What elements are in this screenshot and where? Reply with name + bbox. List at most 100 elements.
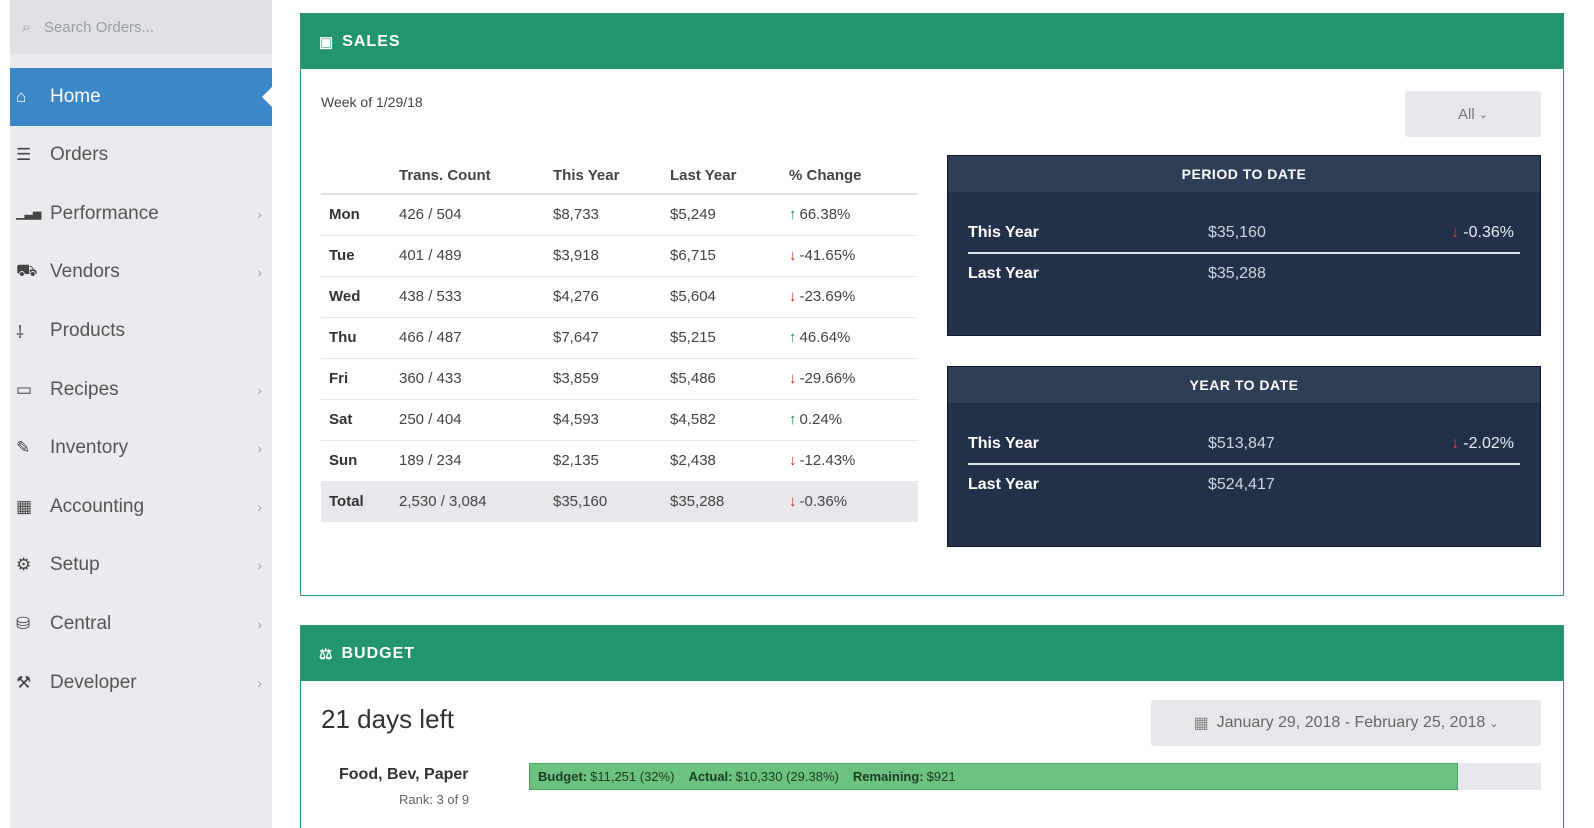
table-row: Wed 438 / 533 $4,276 $5,604 ↓ -23.69%: [321, 276, 918, 318]
edit-icon: ✎: [16, 438, 31, 458]
table-row: Fri 360 / 433 $3,859 $5,486 ↓ -29.66%: [321, 358, 918, 400]
last-year-cell: $5,249: [662, 194, 781, 236]
arrow-up-icon: ↑: [789, 206, 797, 224]
change-text: -0.36%: [1463, 224, 1514, 241]
sidebar-item-label: Inventory: [50, 437, 129, 459]
chevron-right-icon: ›: [257, 616, 262, 633]
budget-segment: Budget: $11,251 (32%): [538, 769, 674, 784]
sidebar-item-recipes[interactable]: ▭ Recipes ›: [10, 360, 272, 419]
chevron-right-icon: ›: [257, 381, 262, 398]
this-year-cell: $3,859: [545, 358, 662, 400]
sidebar-item-accounting[interactable]: ▦ Accounting ›: [10, 478, 272, 537]
sidebar-item-products[interactable]: ⸸ Products: [10, 302, 272, 361]
budget-value: $11,251 (32%): [590, 769, 675, 784]
this-year-cell: $8,733: [545, 194, 662, 236]
change-value: ↓ -0.36%: [1451, 224, 1514, 242]
change-cell: ↓ -29.66%: [781, 358, 918, 400]
bar-chart-icon: ▁▃▅: [16, 208, 42, 221]
this-year-cell: $3,918: [545, 235, 662, 277]
column-header: Trans. Count: [391, 157, 545, 195]
arrow-down-icon: ↓: [789, 370, 797, 387]
sidebar-item-vendors[interactable]: ⛟ Vendors ›: [10, 243, 272, 302]
day-cell: Tue: [321, 235, 391, 277]
day-cell: Wed: [321, 276, 391, 318]
search-bar[interactable]: ⌕ Search Orders...: [10, 0, 272, 54]
column-header: % Change: [781, 157, 918, 195]
sidebar: ⌕ Search Orders... ⌂ Home ☰ Orders ▁▃▅ Perfor…: [10, 0, 272, 828]
sales-panel: ▣ SALES Week of 1/29/18 All ⌄ Trans. Cou…: [300, 13, 1564, 596]
day-cell: Total: [321, 481, 391, 522]
sidebar-item-inventory[interactable]: ✎ Inventory ›: [10, 419, 272, 478]
chevron-down-icon: ⌄: [1489, 717, 1499, 730]
budget-category-rank: Rank: 3 of 9: [399, 792, 470, 807]
chevron-right-icon: ›: [257, 264, 262, 281]
sidebar-item-orders[interactable]: ☰ Orders: [10, 126, 272, 185]
chevron-right-icon: ›: [257, 440, 262, 457]
money-icon: ▣: [319, 33, 335, 51]
app-root: ⌕ Search Orders... ⌂ Home ☰ Orders ▁▃▅ Perfor…: [0, 0, 1594, 828]
change-text: -29.66%: [799, 370, 856, 387]
row-value: $513,847: [1208, 435, 1275, 452]
home-icon: ⌂: [16, 87, 27, 106]
filter-dropdown[interactable]: All ⌄: [1405, 91, 1541, 137]
row-value: $35,160: [1208, 224, 1266, 241]
sidebar-item-developer[interactable]: ⚒ Developer ›: [10, 653, 272, 712]
sidebar-item-label: Setup: [50, 554, 100, 576]
sidebar-item-label: Recipes: [50, 378, 119, 400]
arrow-down-icon: ↓: [789, 247, 797, 264]
trans-count-cell: 401 / 489: [391, 235, 545, 277]
arrow-down-icon: ↓: [1451, 224, 1460, 241]
budget-panel-header: ⚖ BUDGET: [301, 626, 1563, 681]
truck-icon: ⛟: [16, 261, 38, 281]
last-year-cell: $2,438: [662, 440, 781, 482]
sidebar-item-central[interactable]: ⛁ Central ›: [10, 595, 272, 654]
chevron-right-icon: ›: [257, 557, 262, 574]
chevron-right-icon: ›: [257, 498, 262, 515]
table-total-row: Total 2,530 / 3,084 $35,160 $35,288 ↓ -0.36%: [321, 481, 918, 522]
last-year-cell: $5,604: [662, 276, 781, 318]
sales-title: SALES: [342, 32, 401, 50]
sidebar-item-label: Orders: [50, 144, 109, 166]
gear-icon: ⚙: [16, 555, 32, 575]
arrow-down-icon: ↓: [789, 493, 797, 511]
row-label: This Year: [968, 435, 1039, 452]
sales-table: Trans. Count This Year Last Year % Chang…: [321, 157, 918, 522]
period-to-date-box: PERIOD TO DATE This Year $35,160 ↓ -0.36%…: [947, 155, 1541, 336]
day-cell: Sun: [321, 440, 391, 482]
trans-count-cell: 466 / 487: [391, 317, 545, 359]
sidebar-item-home[interactable]: ⌂ Home: [10, 68, 272, 126]
sidebar-item-label: Home: [50, 86, 101, 107]
change-text: 0.24%: [799, 411, 843, 428]
search-icon: ⌕: [22, 18, 31, 36]
date-range-picker[interactable]: ▦ January 29, 2018 - February 25, 2018 ⌄: [1151, 700, 1541, 746]
database-icon: ⛁: [16, 614, 31, 634]
row-label: This Year: [968, 224, 1039, 241]
row-value: $524,417: [1208, 476, 1275, 493]
change-cell: ↑ 46.64%: [781, 317, 918, 359]
last-year-cell: $5,486: [662, 358, 781, 400]
day-cell: Thu: [321, 317, 391, 359]
remaining-value: $921: [926, 769, 956, 784]
this-year-cell: $4,593: [545, 399, 662, 441]
period-to-date-title: PERIOD TO DATE: [948, 156, 1540, 192]
change-text: -0.36%: [799, 493, 848, 511]
last-year-cell: $35,288: [662, 481, 781, 522]
row-value: $35,288: [1208, 265, 1266, 282]
calculator-icon: ▦: [16, 496, 33, 516]
change-text: 66.38%: [799, 206, 851, 224]
trans-count-cell: 2,530 / 3,084: [391, 481, 545, 522]
sidebar-item-performance[interactable]: ▁▃▅ Performance ›: [10, 185, 272, 244]
chevron-right-icon: ›: [257, 205, 262, 222]
remaining-label: Remaining:: [852, 769, 924, 784]
sales-panel-header: ▣ SALES: [301, 14, 1563, 69]
trans-count-cell: 250 / 404: [391, 399, 545, 441]
change-cell: ↓ -41.65%: [781, 235, 918, 277]
days-left-label: 21 days left: [321, 704, 454, 734]
change-cell: ↑ 66.38%: [781, 194, 918, 236]
period-last-year-row: Last Year $35,288: [968, 254, 1520, 294]
table-row: Tue 401 / 489 $3,918 $6,715 ↓ -41.65%: [321, 235, 918, 277]
sidebar-nav: ⌂ Home ☰ Orders ▁▃▅ Performance › ⛟ Vendors › ⸸ Pro…: [10, 68, 272, 712]
sidebar-item-setup[interactable]: ⚙ Setup ›: [10, 536, 272, 595]
search-input[interactable]: Search Orders...: [44, 19, 154, 36]
this-year-cell: $4,276: [545, 276, 662, 318]
